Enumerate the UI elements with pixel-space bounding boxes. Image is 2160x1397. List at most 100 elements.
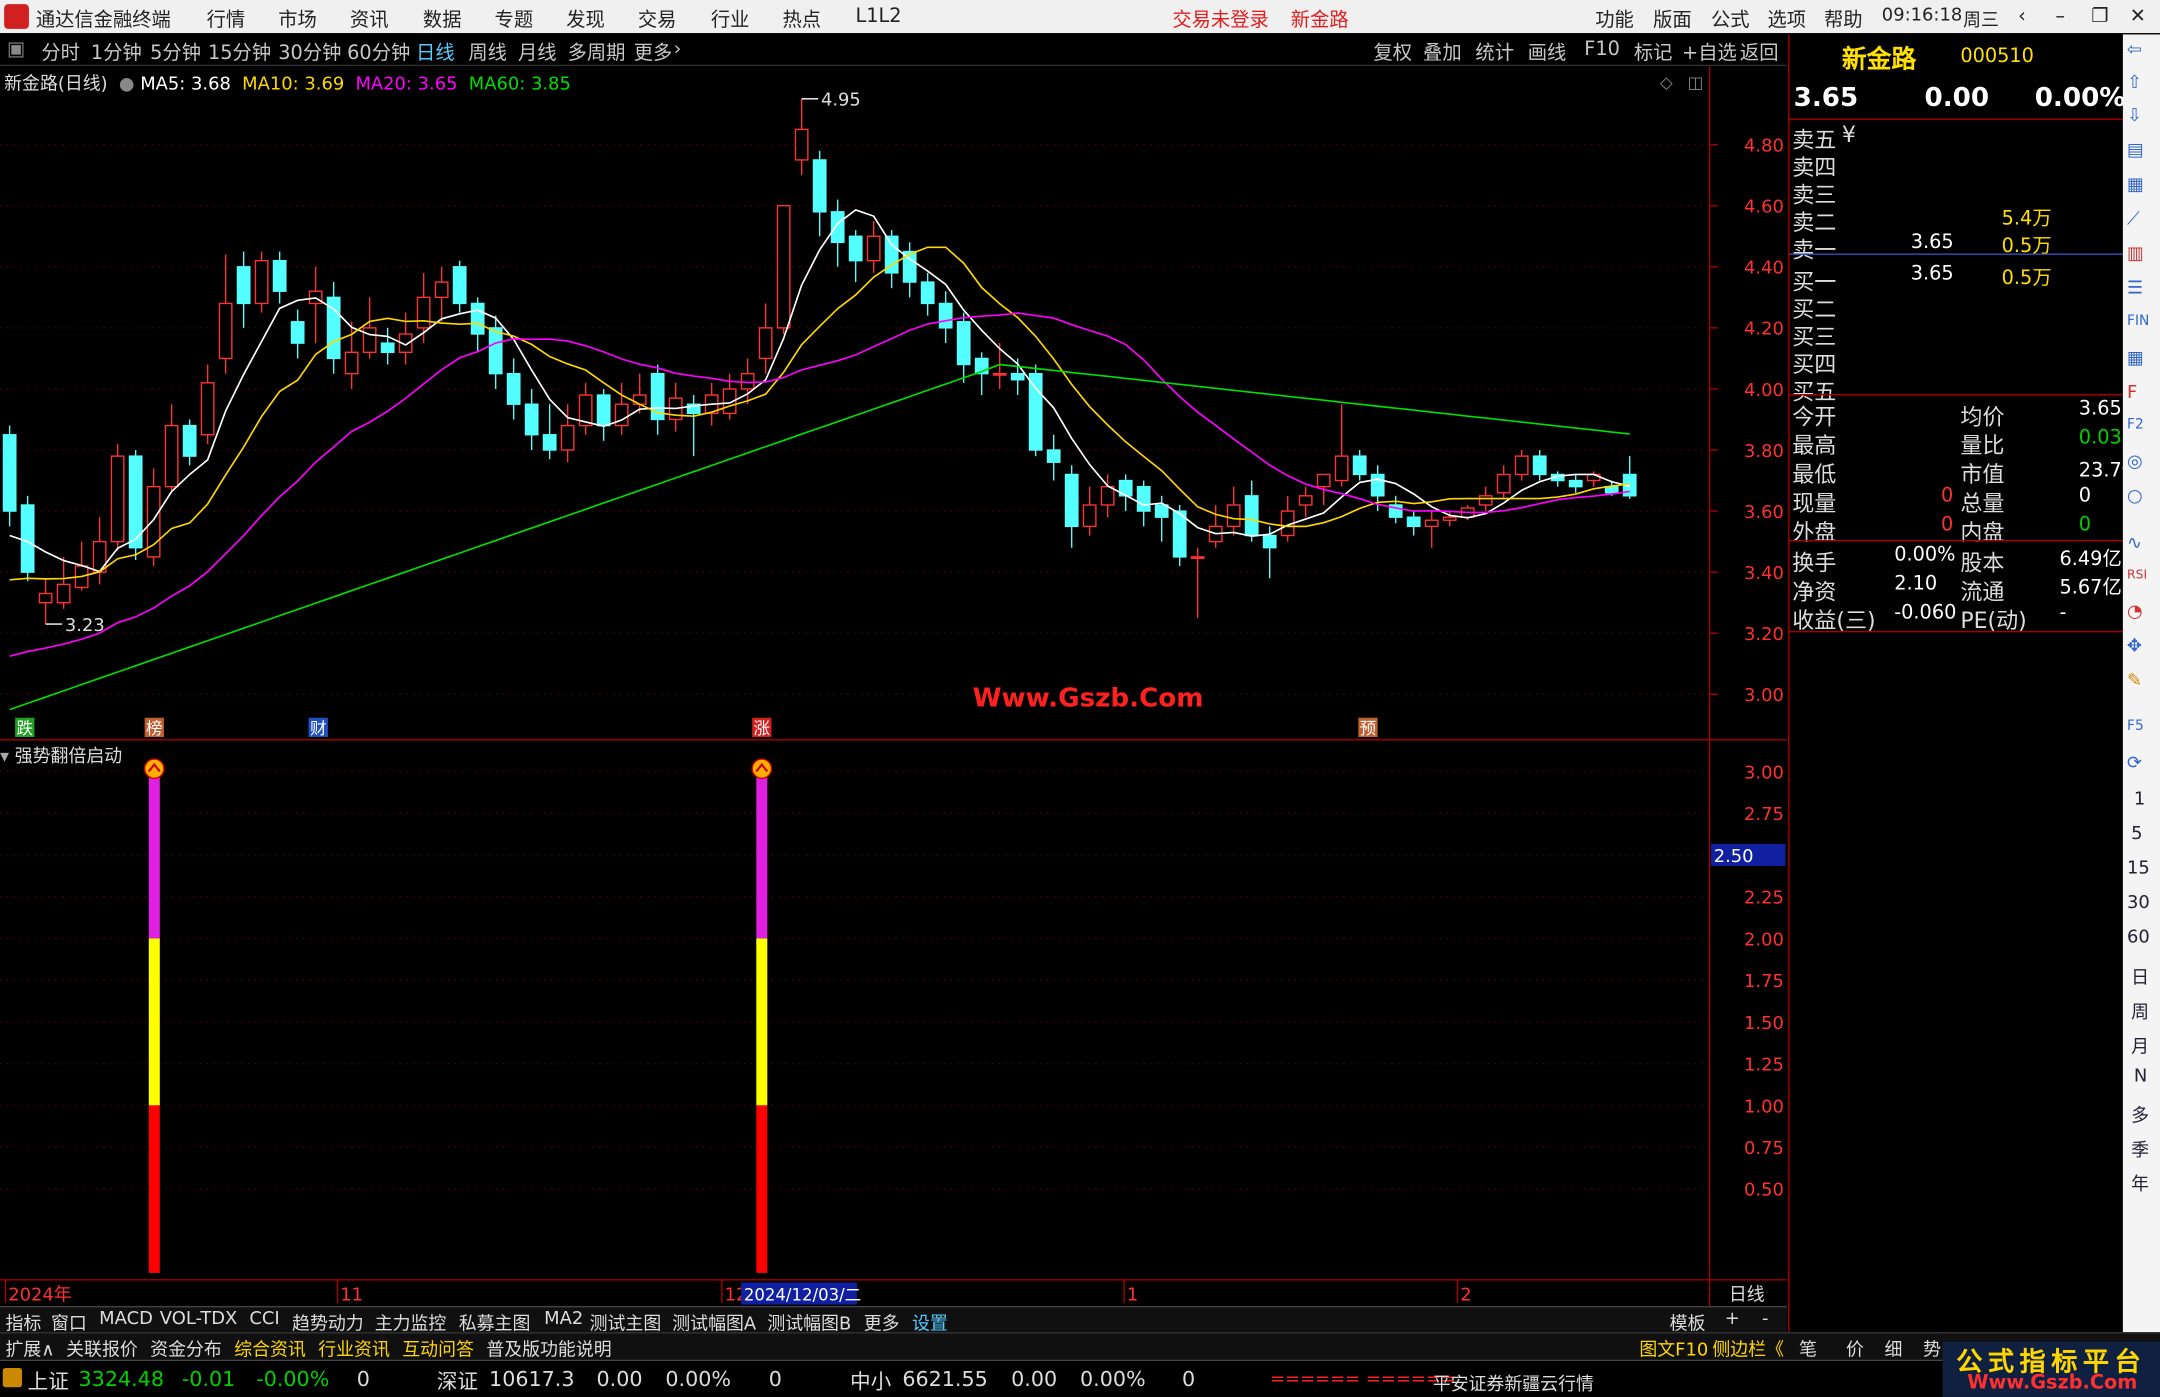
alert-icon[interactable] — [2, 1367, 23, 1388]
tab-ma2[interactable]: MA2 — [544, 1309, 583, 1330]
grid-icon[interactable]: ▦ — [2127, 175, 2144, 196]
menu-formula[interactable]: 公式 — [1711, 6, 1750, 34]
trend-icon[interactable]: ⟋ — [2127, 209, 2140, 230]
event-marker-label[interactable]: 跌 — [17, 719, 34, 738]
zx-index-name[interactable]: 中小 — [850, 1367, 891, 1396]
trade-login-status[interactable]: 交易未登录 — [1172, 6, 1268, 34]
refresh-icon[interactable]: ⟳ — [2127, 754, 2142, 775]
sidebar-period-5[interactable]: 5 — [2131, 824, 2142, 845]
btn-template[interactable]: 模板 — [1670, 1309, 1706, 1335]
menu-function[interactable]: 功能 — [1595, 6, 1634, 34]
menu-item-discover[interactable]: 发现 — [566, 6, 605, 34]
btn-remove-pane[interactable]: - — [1762, 1309, 1768, 1330]
back-arrow-icon[interactable]: ‹ — [2018, 6, 2026, 28]
menu-options[interactable]: 选项 — [1767, 6, 1806, 34]
period-month[interactable]: 月线 — [518, 39, 557, 67]
tab-test-main[interactable]: 测试主图 — [590, 1309, 662, 1335]
menu-item-market[interactable]: 市场 — [278, 6, 317, 34]
pie-icon[interactable]: ◔ — [2127, 602, 2143, 623]
btn-stats[interactable]: 统计 — [1475, 39, 1514, 67]
period-multi[interactable]: 多周期 — [568, 39, 626, 67]
down-arrow-icon[interactable]: ⇩ — [2127, 106, 2142, 127]
f10-icon[interactable]: F — [2127, 383, 2137, 404]
panel-icon[interactable]: ◫ — [1688, 73, 1704, 92]
indicator-header[interactable]: ▾ 强势翻倍启动 — [0, 741, 122, 768]
menu-item-trade[interactable]: 交易 — [638, 6, 677, 34]
tab-test-sub-a[interactable]: 测试幅图A — [672, 1309, 756, 1335]
tab-vol-tdx[interactable]: VOL-TDX — [160, 1309, 238, 1330]
btn-fuquan[interactable]: 复权 — [1373, 39, 1412, 67]
period-fenshi[interactable]: 分时 — [41, 39, 80, 67]
tab-qa[interactable]: 互动问答 — [402, 1335, 474, 1361]
menu-item-l1l2[interactable]: L1L2 — [855, 6, 901, 28]
f2-icon[interactable]: F2 — [2127, 417, 2144, 432]
table-icon[interactable]: ▦ — [2127, 349, 2144, 370]
close-icon[interactable]: ✕ — [2130, 6, 2146, 28]
sz-index-name[interactable]: 深证 — [437, 1367, 478, 1396]
tab-trend-power[interactable]: 趋势动力 — [292, 1309, 364, 1335]
btn-price[interactable]: 价 — [1846, 1335, 1864, 1361]
tab-basic-features[interactable]: 普及版功能说明 — [486, 1335, 611, 1361]
panel-toggle-icon[interactable]: ▣ — [7, 39, 25, 61]
tab-related-quotes[interactable]: 关联报价 — [66, 1335, 138, 1361]
btn-trend[interactable]: 势 — [1923, 1335, 1941, 1361]
event-marker-label[interactable]: 预 — [1360, 719, 1377, 738]
period-5min[interactable]: 5分钟 — [150, 39, 201, 67]
tab-test-sub-b[interactable]: 测试幅图B — [767, 1309, 851, 1335]
tab-fund-distribution[interactable]: 资金分布 — [150, 1335, 222, 1361]
tab-cci[interactable]: CCI — [249, 1309, 279, 1330]
tab-window[interactable]: 窗口 — [51, 1309, 87, 1335]
event-marker-label[interactable]: 财 — [310, 719, 327, 738]
minimize-icon[interactable]: – — [2055, 6, 2065, 28]
f5-icon[interactable]: F5 — [2127, 719, 2144, 734]
gauge-icon[interactable]: ◎ — [2127, 452, 2143, 473]
btn-detail[interactable]: 细 — [1885, 1335, 1903, 1361]
sidebar-period-week[interactable]: 周 — [2131, 997, 2149, 1024]
btn-stroke[interactable]: 笔 — [1799, 1335, 1817, 1361]
sidebar-period-n[interactable]: N — [2134, 1066, 2147, 1087]
list-icon[interactable]: ☰ — [2127, 278, 2143, 299]
news-icon[interactable]: ▤ — [2127, 141, 2144, 162]
btn-f10[interactable]: F10 — [1584, 39, 1620, 61]
btn-sidebar-toggle[interactable]: 侧边栏《 — [1712, 1335, 1784, 1361]
collapse-icon[interactable]: ▾ — [0, 747, 9, 768]
menu-item-hot[interactable]: 热点 — [782, 6, 821, 34]
btn-graphic-f10[interactable]: 图文F10 — [1639, 1335, 1708, 1361]
menu-item-hq[interactable]: 行情 — [207, 6, 246, 34]
btn-return[interactable]: 返回 — [1740, 39, 1779, 67]
sidebar-period-30[interactable]: 30 — [2127, 893, 2150, 914]
btn-draw[interactable]: 画线 — [1528, 39, 1567, 67]
tab-general-news[interactable]: 综合资讯 — [234, 1335, 306, 1361]
menu-item-topic[interactable]: 专题 — [495, 6, 534, 34]
rsi-icon[interactable]: RSI — [2127, 569, 2147, 583]
tab-indicator[interactable]: 指标 — [6, 1309, 42, 1335]
sidebar-period-1[interactable]: 1 — [2134, 789, 2145, 810]
tab-macd[interactable]: MACD — [99, 1309, 153, 1330]
tab-main-monitor[interactable]: 主力监控 — [375, 1309, 447, 1335]
period-30min[interactable]: 30分钟 — [278, 39, 341, 67]
btn-mark[interactable]: 标记 — [1634, 39, 1673, 67]
sidebar-period-season[interactable]: 季 — [2131, 1135, 2149, 1162]
chart-area[interactable]: 4.80 4.60 4.40 4.20 4.00 3.80 3.60 3.40 3.20 3.00… — [0, 66, 1787, 1306]
tab-industry-news[interactable]: 行业资讯 — [318, 1335, 390, 1361]
tab-private-main[interactable]: 私募主图 — [459, 1309, 531, 1335]
sidebar-period-15[interactable]: 15 — [2127, 858, 2150, 879]
sidebar-period-multi[interactable]: 多 — [2131, 1101, 2149, 1127]
circle-icon[interactable]: ○ — [2127, 486, 2143, 507]
period-60min[interactable]: 60分钟 — [347, 39, 410, 67]
event-marker-label[interactable]: 涨 — [754, 719, 771, 738]
sidebar-period-month[interactable]: 月 — [2131, 1032, 2149, 1058]
menu-help[interactable]: 帮助 — [1824, 6, 1863, 34]
btn-add-favorite[interactable]: +自选 — [1682, 39, 1737, 67]
menu-item-industry[interactable]: 行业 — [711, 6, 750, 34]
kline-icon[interactable]: ▥ — [2127, 244, 2144, 265]
sidebar-period-day[interactable]: 日 — [2131, 963, 2149, 989]
fin-icon[interactable]: FIN — [2127, 314, 2149, 329]
menu-item-news[interactable]: 资讯 — [350, 6, 389, 34]
collapse-arrow-icon[interactable]: ⇦ — [2127, 40, 2142, 61]
btn-overlay[interactable]: 叠加 — [1423, 39, 1462, 67]
tab-more[interactable]: 更多 — [864, 1309, 900, 1335]
up-arrow-icon[interactable]: ⇧ — [2127, 73, 2142, 94]
event-marker-label[interactable]: 榜 — [146, 719, 163, 738]
period-1min[interactable]: 1分钟 — [91, 39, 142, 67]
